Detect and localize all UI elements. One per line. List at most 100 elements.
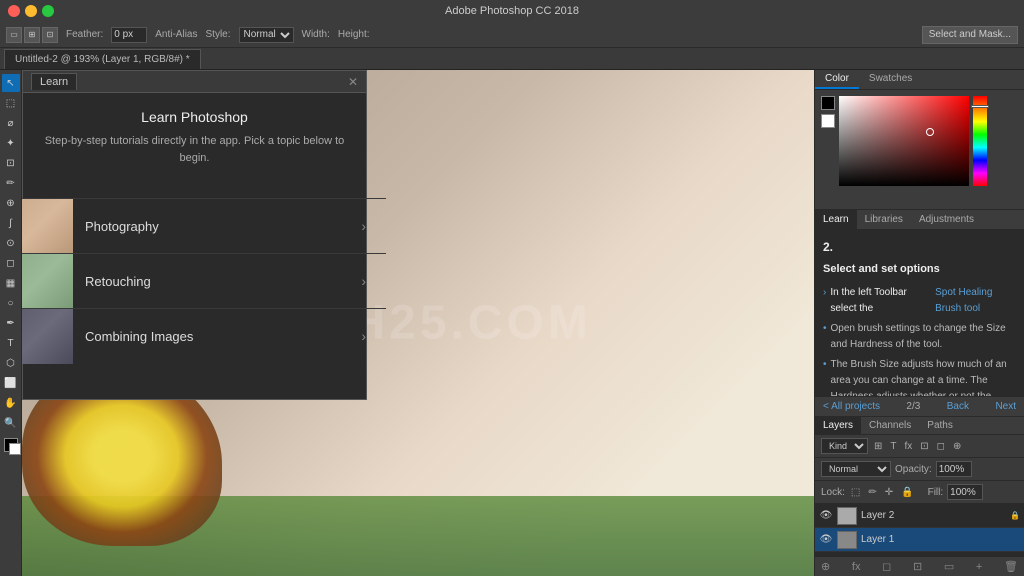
zoom-tool[interactable]: 🔍 xyxy=(2,414,20,432)
hand-tool[interactable]: ✋ xyxy=(2,394,20,412)
options-bar: ▭ ⊞ ⊡ Feather: Anti-Alias Style: Normal … xyxy=(0,22,1024,48)
minimize-button[interactable] xyxy=(25,5,37,17)
layer-1-name: Layer 1 xyxy=(861,534,1020,545)
lock-transparent-icon[interactable]: ⬚ xyxy=(849,487,862,498)
crop-tool[interactable]: ⊡ xyxy=(2,154,20,172)
hue-strip[interactable] xyxy=(973,96,987,186)
step-title: Select and set options xyxy=(823,261,1016,279)
toolbar-mode-icon[interactable]: ▭ xyxy=(6,27,22,43)
layer-1-visibility[interactable]: 👁 xyxy=(819,533,833,547)
clone-tool[interactable]: ⊙ xyxy=(2,234,20,252)
height-label: Height: xyxy=(338,29,370,40)
color-picker-area xyxy=(815,90,1024,192)
learn-tab[interactable]: Learn xyxy=(815,210,857,229)
select-mask-button[interactable]: Select and Mask... xyxy=(922,26,1018,44)
adjust-panel: Learn Libraries Adjustments 2. Select an… xyxy=(815,210,1024,416)
layers-color-icon[interactable]: ◻ xyxy=(935,441,947,452)
gradient-tool[interactable]: ▦ xyxy=(2,274,20,292)
style-select[interactable]: Normal xyxy=(239,27,294,43)
layer-2-visibility[interactable]: 👁 xyxy=(819,509,833,523)
color-tab[interactable]: Color xyxy=(815,70,859,89)
lock-all-icon[interactable]: 🔒 xyxy=(899,487,915,498)
background-color-swatch[interactable] xyxy=(821,114,835,128)
document-tab-label: Untitled-2 @ 193% (Layer 1, RGB/8#) * xyxy=(15,54,190,65)
layers-adjustment-icon[interactable]: ⊡ xyxy=(913,560,922,573)
anti-alias-label: Anti-Alias xyxy=(155,29,197,40)
healing-brush-tool[interactable]: ⊕ xyxy=(2,194,20,212)
topic-photography[interactable]: Photography › xyxy=(22,198,386,253)
color-gradient-picker[interactable] xyxy=(839,96,969,186)
layers-list: 👁 Layer 2 🔒 👁 Layer 1 xyxy=(815,504,1024,556)
layers-tab[interactable]: Layers xyxy=(815,417,861,434)
dodge-tool[interactable]: ○ xyxy=(2,294,20,312)
all-projects-link[interactable]: < All projects xyxy=(823,401,880,412)
lock-position-icon[interactable]: ✛ xyxy=(883,487,895,498)
text-tool[interactable]: T xyxy=(2,334,20,352)
layers-panel-tabs: Layers Channels Paths xyxy=(815,417,1024,435)
layers-group-icon[interactable]: ▭ xyxy=(944,560,954,573)
close-button[interactable] xyxy=(8,5,20,17)
background-color[interactable] xyxy=(9,443,21,455)
brush-tool[interactable]: ∫ xyxy=(2,214,20,232)
learn-panel: Learn ✕ Learn Photoshop Step-by-step tut… xyxy=(22,70,367,400)
layers-smart-icon[interactable]: ⊕ xyxy=(951,441,963,452)
layers-lock-row: Lock: ⬚ ✏ ✛ 🔒 Fill: xyxy=(815,481,1024,504)
layers-mask-icon[interactable]: ◻ xyxy=(882,560,891,573)
layers-kind-select[interactable]: Kind xyxy=(821,438,868,454)
fill-label: Fill: xyxy=(928,487,944,498)
layers-style-icon[interactable]: fx xyxy=(852,561,861,573)
layers-new-icon[interactable]: + xyxy=(976,561,982,573)
shape-tool[interactable]: ⬜ xyxy=(2,374,20,392)
bullet-1: • Open brush settings to change the Size… xyxy=(823,321,1016,353)
topic-retouching[interactable]: Retouching › xyxy=(22,253,386,308)
foreground-color-swatch[interactable] xyxy=(821,96,835,110)
layers-type-icon[interactable]: T xyxy=(888,441,898,452)
topic-retouching-label: Retouching xyxy=(85,274,361,289)
move-tool[interactable]: ↖ xyxy=(2,74,20,92)
blend-mode-select[interactable]: Normal xyxy=(821,461,891,477)
layers-effect-icon[interactable]: fx xyxy=(903,441,915,452)
toolbar-mode3-icon[interactable]: ⊡ xyxy=(42,27,58,43)
back-link[interactable]: Back xyxy=(947,401,969,412)
lock-paint-icon[interactable]: ✏ xyxy=(866,487,878,498)
eyedropper-tool[interactable]: ✏ xyxy=(2,174,20,192)
feather-input[interactable] xyxy=(111,27,147,43)
feather-label: Feather: xyxy=(66,29,103,40)
fill-input[interactable] xyxy=(947,484,983,500)
paths-tab[interactable]: Paths xyxy=(919,417,961,434)
path-tool[interactable]: ⬡ xyxy=(2,354,20,372)
lasso-tool[interactable]: ⌀ xyxy=(2,114,20,132)
spot-healing-link[interactable]: Spot Healing Brush tool xyxy=(935,285,1016,317)
title-bar: Adobe Photoshop CC 2018 xyxy=(0,0,1024,22)
layers-mode-icon[interactable]: ⊡ xyxy=(918,441,930,452)
libraries-tab[interactable]: Libraries xyxy=(857,210,911,229)
select-tool[interactable]: ⬚ xyxy=(2,94,20,112)
eraser-tool[interactable]: ◻ xyxy=(2,254,20,272)
channels-tab[interactable]: Channels xyxy=(861,417,919,434)
document-tab[interactable]: Untitled-2 @ 193% (Layer 1, RGB/8#) * xyxy=(4,49,201,69)
learn-panel-close-button[interactable]: ✕ xyxy=(348,75,358,89)
magic-wand-tool[interactable]: ✦ xyxy=(2,134,20,152)
maximize-button[interactable] xyxy=(42,5,54,17)
topic-combining-arrow-icon: › xyxy=(361,328,366,344)
main-layout: ↖ ⬚ ⌀ ✦ ⊡ ✏ ⊕ ∫ ⊙ ◻ ▦ ○ ✒ T ⬡ ⬜ ✋ 🔍 YASH… xyxy=(0,70,1024,576)
layers-filter-icon[interactable]: ⊞ xyxy=(872,441,884,452)
next-link[interactable]: Next xyxy=(995,401,1016,412)
bullet-dot-1: • xyxy=(823,321,827,353)
layer-row-1[interactable]: 👁 Layer 1 xyxy=(815,528,1024,552)
layers-delete-icon[interactable]: 🗑 xyxy=(1004,560,1018,573)
opacity-input[interactable] xyxy=(936,461,972,477)
topic-combining[interactable]: Combining Images › xyxy=(22,308,386,363)
toolbar-mode2-icon[interactable]: ⊞ xyxy=(24,27,40,43)
layers-link-icon[interactable]: ⊕ xyxy=(821,560,830,573)
color-cursor xyxy=(926,128,934,136)
swatches-tab[interactable]: Swatches xyxy=(859,70,922,89)
adjust-content: 2. Select and set options › In the left … xyxy=(815,230,1024,396)
adjustments-tab[interactable]: Adjustments xyxy=(911,210,982,229)
foreground-color[interactable] xyxy=(4,438,18,452)
bullet-2: • The Brush Size adjusts how much of an … xyxy=(823,357,1016,396)
learn-panel-title-tab[interactable]: Learn xyxy=(31,73,77,90)
pen-tool[interactable]: ✒ xyxy=(2,314,20,332)
layer-row-2[interactable]: 👁 Layer 2 🔒 xyxy=(815,504,1024,528)
color-swatches-fg-bg xyxy=(821,96,835,186)
